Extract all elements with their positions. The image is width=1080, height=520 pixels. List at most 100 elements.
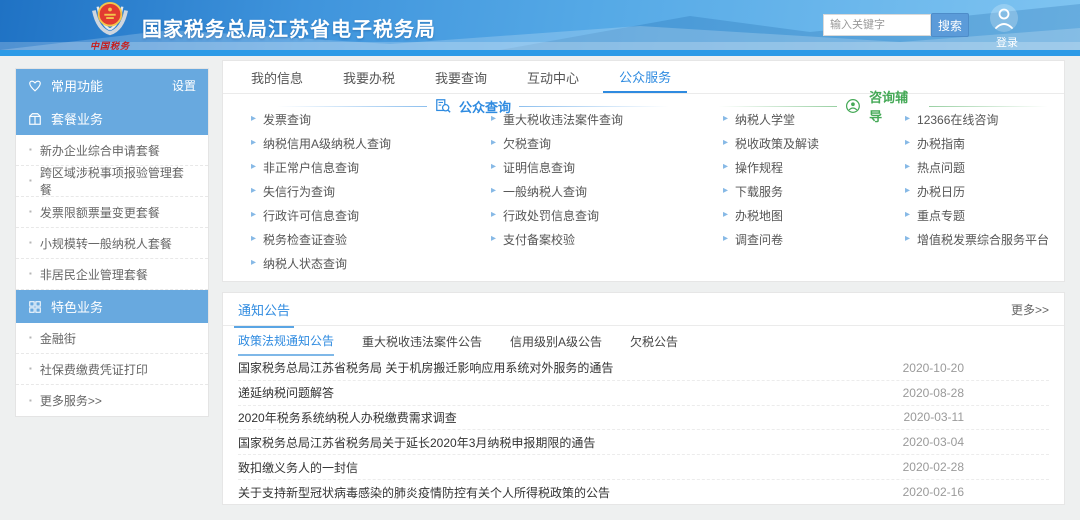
consult-link[interactable]: ▸ 办税地图 [723,203,895,227]
public-query-link[interactable]: ▸失信行为查询 [251,179,479,203]
search-input[interactable] [823,14,931,36]
notice-tab-tax-arrears[interactable]: 欠税公告 [630,326,678,356]
notice-title[interactable]: 通知公告 [238,300,290,319]
notice-tab-policy[interactable]: 政策法规通知公告 [238,326,334,356]
notice-row: 递延纳税问题解答2020-08-28 [238,381,1049,406]
consult-link[interactable]: ▸ 调查问卷 [723,227,895,251]
consult-link[interactable]: ▸办税日历 [905,179,1063,203]
tab-public-service[interactable]: 公众服务 [603,61,687,93]
arrow-right-icon: ▸ [251,210,256,220]
public-query-link[interactable]: ▸ 税务检查证查验 [251,227,479,251]
notice-item-title[interactable]: 国家税务总局江苏省税务局 关于机房搬迁影响应用系统对外服务的通告 [238,359,894,376]
sidebar-header-package[interactable]: 套餐业务 [16,102,208,135]
notice-item-title[interactable]: 2020年税务系统纳税人办税缴费需求调查 [238,409,894,426]
public-query-link[interactable]: ▸发票查询 [251,107,479,131]
arrow-right-icon: ▸ [905,114,910,124]
tab-query[interactable]: 我要查询 [419,61,503,93]
tab-interaction-center[interactable]: 互动中心 [511,61,595,93]
sidebar: 常用功能 设置 套餐业务 ▪新办企业综合申请套餐 ▪跨区域涉税事项报验管理套餐 … [15,68,209,417]
sidebar-item[interactable]: ▪金融街 [16,323,208,354]
sidebar-item[interactable]: ▪新办企业综合申请套餐 [16,135,208,166]
public-query-link[interactable]: ▸证明信息查询 [491,155,711,179]
sidebar-item[interactable]: ▪小规模转一般纳税人套餐 [16,228,208,259]
user-icon[interactable] [989,3,1019,33]
notice-item-date: 2020-03-04 [894,435,964,449]
consult-link[interactable]: ▸下载服务 [723,179,895,203]
header-strip [0,50,1080,56]
bullet-icon: ▪ [29,208,32,216]
link-label: 调查问卷 [735,231,783,248]
consult-link[interactable]: ▸重点专题 [905,203,1063,227]
package-icon [28,112,42,126]
sidebar-item[interactable]: ▪更多服务>> [16,385,208,416]
link-label: 欠税查询 [503,135,551,152]
bullet-icon: ▪ [29,334,32,342]
public-query-link[interactable]: ▸ 纳税信用A级纳税人查询 [251,131,479,155]
notice-card: 通知公告 更多>> 政策法规通知公告 重大税收违法案件公告 信用级别A级公告 欠… [222,292,1065,505]
bullet-icon: ▪ [29,365,32,373]
arrow-right-icon: ▸ [491,138,496,148]
arrow-right-icon: ▸ [723,234,728,244]
consult-link[interactable]: ▸热点问题 [905,155,1063,179]
link-label: 行政处罚信息查询 [503,207,599,224]
arrow-right-icon: ▸ [905,234,910,244]
tab-my-info[interactable]: 我的信息 [235,61,319,93]
bullet-icon: ▪ [29,239,32,247]
notice-item-title[interactable]: 致扣缴义务人的一封信 [238,459,894,476]
arrow-right-icon: ▸ [905,138,910,148]
sidebar-header-common[interactable]: 常用功能 设置 [16,69,208,102]
public-query-link[interactable]: ▸重大税收违法案件查询 [491,107,711,131]
sidebar-header-special[interactable]: 特色业务 [16,290,208,323]
link-label: 税务检查证查验 [263,231,347,248]
public-query-link[interactable]: ▸一般纳税人查询 [491,179,711,203]
tab-do-tax[interactable]: 我要办税 [327,61,411,93]
arrow-right-icon: ▸ [723,138,728,148]
sidebar-header-label: 套餐业务 [51,109,103,128]
sidebar-item[interactable]: ▪跨区域涉税事项报验管理套餐 [16,166,208,197]
link-label: 12366在线咨询 [917,111,998,128]
more-link[interactable]: 更多>> [1011,301,1049,318]
search-button[interactable]: 搜索 [931,13,969,37]
consult-link[interactable]: ▸ 税收政策及解读 [723,131,895,155]
public-query-link[interactable]: ▸ 欠税查询 [491,131,711,155]
notice-row: 关于支持新型冠状病毒感染的肺炎疫情防控有关个人所得税政策的公告2020-02-1… [238,480,1049,505]
sidebar-item-label: 社保费缴费凭证打印 [40,361,148,378]
national-emblem-icon [87,1,133,37]
arrow-right-icon: ▸ [251,234,256,244]
link-label: 非正常户信息查询 [263,159,359,176]
header: 中国税务 国家税务总局江苏省电子税务局 搜索 登录 [0,0,1080,50]
public-query-link[interactable]: ▸行政处罚信息查询 [491,203,711,227]
arrow-right-icon: ▸ [251,138,256,148]
notice-tab-violation-cases[interactable]: 重大税收违法案件公告 [362,326,482,356]
consult-link[interactable]: ▸纳税人学堂 [723,107,895,131]
link-label: 纳税信用A级纳税人查询 [263,135,391,152]
consult-column-1: ▸纳税人学堂 ▸ 税收政策及解读 ▸操作规程 ▸下载服务 ▸ 办税地图 ▸ 调查问卷 [723,107,895,251]
settings-link[interactable]: 设置 [172,77,196,94]
public-query-link[interactable]: ▸行政许可信息查询 [251,203,479,227]
public-query-link[interactable]: ▸支付备案校验 [491,227,711,251]
notice-row: 国家税务总局江苏省税务局 关于机房搬迁影响应用系统对外服务的通告2020-10-… [238,356,1049,381]
notice-item-title[interactable]: 关于支持新型冠状病毒感染的肺炎疫情防控有关个人所得税政策的公告 [238,484,894,501]
consult-link[interactable]: ▸ 12366在线咨询 [905,107,1063,131]
link-label: 办税地图 [735,207,783,224]
arrow-right-icon: ▸ [251,186,256,196]
sidebar-item[interactable]: ▪ 社保费缴费凭证打印 [16,354,208,385]
notice-item-title[interactable]: 递延纳税问题解答 [238,384,894,401]
link-label: 办税日历 [917,183,965,200]
public-query-link[interactable]: ▸非正常户信息查询 [251,155,479,179]
link-label: 增值税发票综合服务平台 [917,231,1049,248]
public-query-link[interactable]: ▸纳税人状态查询 [251,251,479,275]
consult-link[interactable]: ▸操作规程 [723,155,895,179]
link-label: 操作规程 [735,159,783,176]
notice-item-title[interactable]: 国家税务总局江苏省税务局关于延长2020年3月纳税申报期限的通告 [238,434,894,451]
notice-tab-credit-a[interactable]: 信用级别A级公告 [510,326,602,356]
arrow-right-icon: ▸ [723,210,728,220]
sidebar-item[interactable]: ▪发票限额票量变更套餐 [16,197,208,228]
logo-caption: 中国税务 [84,39,136,52]
link-label: 税收政策及解读 [735,135,819,152]
consult-link[interactable]: ▸办税指南 [905,131,1063,155]
sidebar-item[interactable]: ▪非居民企业管理套餐 [16,259,208,290]
consult-link[interactable]: ▸ 增值税发票综合服务平台 [905,227,1063,251]
login-link[interactable]: 登录 [996,34,1018,50]
notice-item-date: 2020-03-11 [894,410,964,424]
